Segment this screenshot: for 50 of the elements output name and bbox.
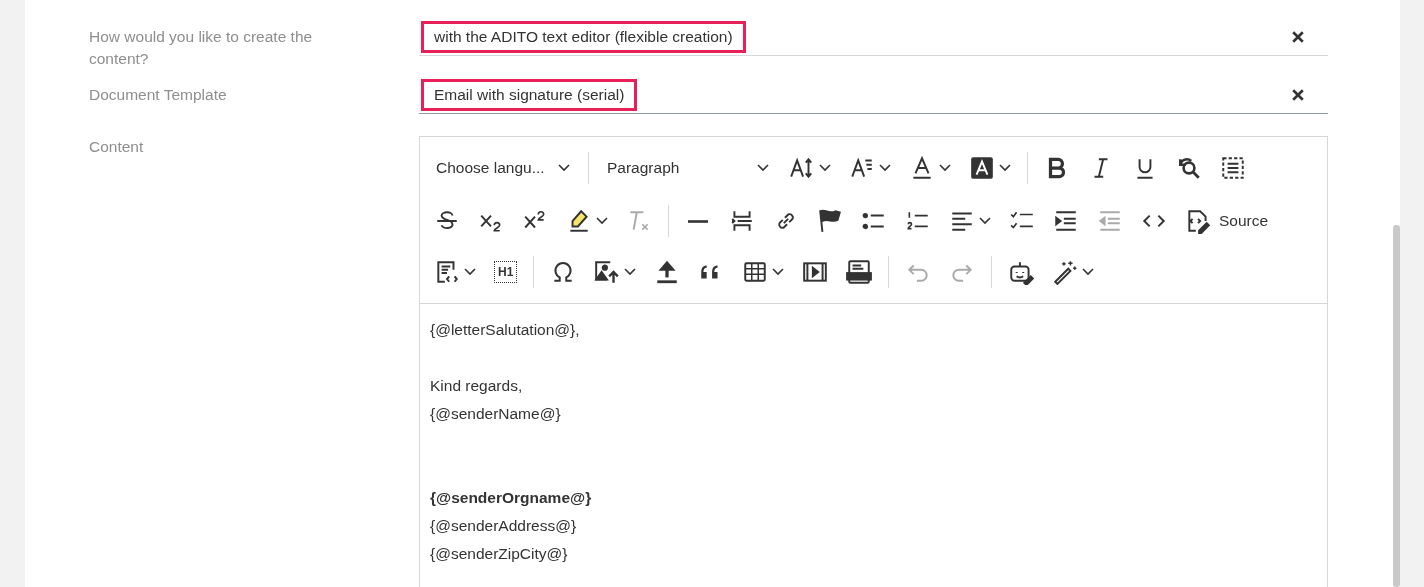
select-field[interactable]: Email with signature (serial)	[419, 76, 1328, 114]
caret-icon	[596, 217, 608, 225]
horizontal-line-icon	[685, 219, 711, 223]
editor-text-line: {@senderName@}	[430, 404, 562, 424]
select-all-icon	[1220, 155, 1246, 181]
caret-icon	[772, 268, 785, 276]
caret-icon	[979, 217, 991, 225]
editor-text-line: {@senderOrgname@}	[430, 488, 593, 508]
field-label: Document Template	[89, 85, 228, 105]
caret-icon	[757, 164, 769, 172]
caret-icon	[558, 164, 570, 172]
image-icon	[594, 259, 621, 285]
caret-icon	[1082, 268, 1095, 276]
caret-icon	[464, 268, 476, 276]
bookmark-icon	[817, 208, 843, 234]
dropdown-select[interactable]: Paragraph	[599, 153, 777, 183]
editor-text-line: {@senderZipCity@}	[430, 544, 569, 564]
field-value: Email with signature (serial)	[421, 78, 638, 111]
find-icon	[1176, 155, 1202, 181]
source-icon	[1185, 208, 1211, 234]
editor-body[interactable]: {@letterSalutation@}, Kind regards, {@senderName@} {@senderOrgname@} {@senderAddress@} {@senderZipCity@}	[420, 304, 1327, 587]
heading-icon: H1	[494, 261, 518, 283]
caret-icon	[999, 164, 1011, 172]
dropdown-select[interactable]: Choose langu...	[428, 153, 578, 183]
editor-text-line: Kind regards,	[430, 376, 524, 396]
field-label: How would you like to create the content?	[89, 27, 314, 69]
source-button[interactable]: Source	[1179, 204, 1275, 238]
font-size-icon	[789, 155, 815, 181]
caret-icon	[819, 164, 831, 172]
caret-icon	[939, 164, 951, 172]
close-icon[interactable]	[1292, 30, 1304, 43]
caret-icon	[624, 268, 637, 276]
magic-icon	[1052, 259, 1079, 285]
template-icon	[434, 259, 460, 285]
field-label: Content	[89, 137, 145, 157]
close-icon[interactable]	[1292, 88, 1304, 101]
indent-icon	[1053, 208, 1079, 234]
scrollbar-thumb[interactable]	[1393, 225, 1400, 587]
table-icon	[742, 259, 769, 285]
field-value: with the ADITO text editor (flexible creation)	[421, 20, 746, 53]
background-color-icon	[969, 155, 995, 181]
editor-text-line: {@senderAddress@}	[430, 516, 578, 536]
page-break-icon	[729, 208, 755, 234]
editor-text-line: {@letterSalutation@},	[430, 320, 581, 340]
outdent-icon	[1097, 208, 1123, 234]
caret-icon	[879, 164, 891, 172]
ai-assistant-icon	[1008, 259, 1035, 285]
media-icon	[802, 259, 829, 285]
show-blocks-button[interactable]: H1	[488, 255, 524, 289]
select-field[interactable]: with the ADITO text editor (flexible creation)	[419, 18, 1328, 56]
